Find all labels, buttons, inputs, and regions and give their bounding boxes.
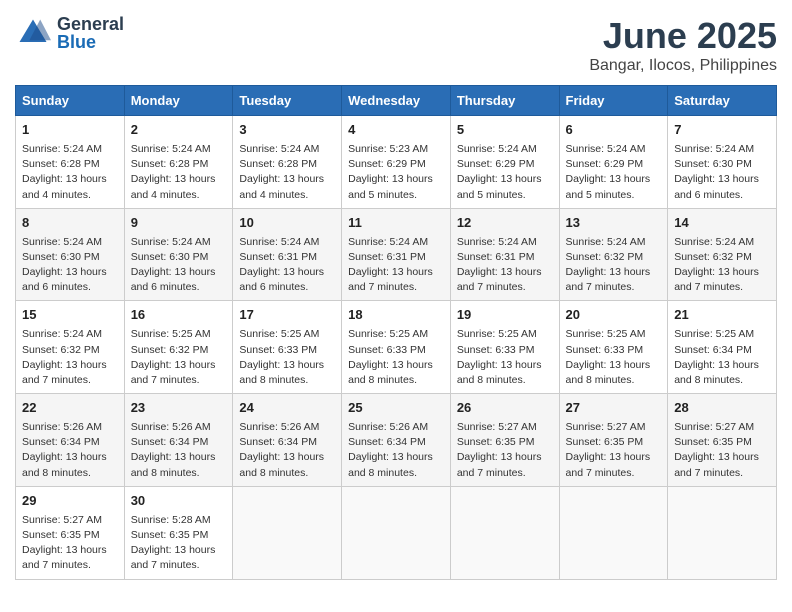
logo-text: General Blue — [57, 15, 124, 51]
day-number: 3 — [239, 121, 335, 140]
day-number: 1 — [22, 121, 118, 140]
calendar-week-5: 29Sunrise: 5:27 AMSunset: 6:35 PMDayligh… — [16, 486, 777, 579]
day-number: 5 — [457, 121, 553, 140]
calendar-table: Sunday Monday Tuesday Wednesday Thursday… — [15, 85, 777, 580]
day-number: 27 — [566, 399, 662, 418]
calendar-day-24: 24Sunrise: 5:26 AMSunset: 6:34 PMDayligh… — [233, 394, 342, 487]
calendar-week-1: 1Sunrise: 5:24 AMSunset: 6:28 PMDaylight… — [16, 116, 777, 209]
calendar-day-19: 19Sunrise: 5:25 AMSunset: 6:33 PMDayligh… — [450, 301, 559, 394]
logo-general-text: General — [57, 15, 124, 33]
day-number: 18 — [348, 306, 444, 325]
header: General Blue June 2025 Bangar, Ilocos, P… — [15, 15, 777, 75]
calendar-day-7: 7Sunrise: 5:24 AMSunset: 6:30 PMDaylight… — [668, 116, 777, 209]
calendar-day-26: 26Sunrise: 5:27 AMSunset: 6:35 PMDayligh… — [450, 394, 559, 487]
calendar-day-25: 25Sunrise: 5:26 AMSunset: 6:34 PMDayligh… — [342, 394, 451, 487]
col-saturday: Saturday — [668, 86, 777, 116]
calendar-day-17: 17Sunrise: 5:25 AMSunset: 6:33 PMDayligh… — [233, 301, 342, 394]
day-number: 13 — [566, 214, 662, 233]
day-number: 15 — [22, 306, 118, 325]
calendar-day-22: 22Sunrise: 5:26 AMSunset: 6:34 PMDayligh… — [16, 394, 125, 487]
empty-cell — [450, 486, 559, 579]
day-number: 12 — [457, 214, 553, 233]
col-thursday: Thursday — [450, 86, 559, 116]
day-number: 9 — [131, 214, 227, 233]
calendar-day-27: 27Sunrise: 5:27 AMSunset: 6:35 PMDayligh… — [559, 394, 668, 487]
header-row: Sunday Monday Tuesday Wednesday Thursday… — [16, 86, 777, 116]
location-title: Bangar, Ilocos, Philippines — [589, 57, 777, 75]
calendar-day-6: 6Sunrise: 5:24 AMSunset: 6:29 PMDaylight… — [559, 116, 668, 209]
calendar-day-20: 20Sunrise: 5:25 AMSunset: 6:33 PMDayligh… — [559, 301, 668, 394]
day-number: 19 — [457, 306, 553, 325]
day-number: 20 — [566, 306, 662, 325]
day-number: 23 — [131, 399, 227, 418]
day-number: 21 — [674, 306, 770, 325]
calendar-day-28: 28Sunrise: 5:27 AMSunset: 6:35 PMDayligh… — [668, 394, 777, 487]
day-number: 26 — [457, 399, 553, 418]
day-number: 7 — [674, 121, 770, 140]
day-number: 4 — [348, 121, 444, 140]
calendar-week-4: 22Sunrise: 5:26 AMSunset: 6:34 PMDayligh… — [16, 394, 777, 487]
day-number: 22 — [22, 399, 118, 418]
col-tuesday: Tuesday — [233, 86, 342, 116]
calendar-week-2: 8Sunrise: 5:24 AMSunset: 6:30 PMDaylight… — [16, 208, 777, 301]
day-number: 25 — [348, 399, 444, 418]
calendar-day-1: 1Sunrise: 5:24 AMSunset: 6:28 PMDaylight… — [16, 116, 125, 209]
empty-cell — [668, 486, 777, 579]
calendar-day-15: 15Sunrise: 5:24 AMSunset: 6:32 PMDayligh… — [16, 301, 125, 394]
calendar-day-29: 29Sunrise: 5:27 AMSunset: 6:35 PMDayligh… — [16, 486, 125, 579]
calendar-day-2: 2Sunrise: 5:24 AMSunset: 6:28 PMDaylight… — [124, 116, 233, 209]
calendar-day-12: 12Sunrise: 5:24 AMSunset: 6:31 PMDayligh… — [450, 208, 559, 301]
month-title: June 2025 — [589, 15, 777, 57]
empty-cell — [559, 486, 668, 579]
calendar-day-8: 8Sunrise: 5:24 AMSunset: 6:30 PMDaylight… — [16, 208, 125, 301]
day-number: 17 — [239, 306, 335, 325]
calendar-day-23: 23Sunrise: 5:26 AMSunset: 6:34 PMDayligh… — [124, 394, 233, 487]
empty-cell — [233, 486, 342, 579]
col-friday: Friday — [559, 86, 668, 116]
day-number: 29 — [22, 492, 118, 511]
title-area: June 2025 Bangar, Ilocos, Philippines — [589, 15, 777, 75]
logo-blue-text: Blue — [57, 33, 124, 51]
logo-icon — [15, 15, 51, 51]
day-number: 30 — [131, 492, 227, 511]
calendar-day-14: 14Sunrise: 5:24 AMSunset: 6:32 PMDayligh… — [668, 208, 777, 301]
calendar-day-21: 21Sunrise: 5:25 AMSunset: 6:34 PMDayligh… — [668, 301, 777, 394]
calendar-day-9: 9Sunrise: 5:24 AMSunset: 6:30 PMDaylight… — [124, 208, 233, 301]
calendar-day-11: 11Sunrise: 5:24 AMSunset: 6:31 PMDayligh… — [342, 208, 451, 301]
col-sunday: Sunday — [16, 86, 125, 116]
day-number: 11 — [348, 214, 444, 233]
day-number: 14 — [674, 214, 770, 233]
calendar-day-13: 13Sunrise: 5:24 AMSunset: 6:32 PMDayligh… — [559, 208, 668, 301]
col-monday: Monday — [124, 86, 233, 116]
day-number: 16 — [131, 306, 227, 325]
calendar-day-30: 30Sunrise: 5:28 AMSunset: 6:35 PMDayligh… — [124, 486, 233, 579]
calendar-week-3: 15Sunrise: 5:24 AMSunset: 6:32 PMDayligh… — [16, 301, 777, 394]
calendar-day-4: 4Sunrise: 5:23 AMSunset: 6:29 PMDaylight… — [342, 116, 451, 209]
day-number: 24 — [239, 399, 335, 418]
day-number: 28 — [674, 399, 770, 418]
calendar-day-18: 18Sunrise: 5:25 AMSunset: 6:33 PMDayligh… — [342, 301, 451, 394]
calendar-day-16: 16Sunrise: 5:25 AMSunset: 6:32 PMDayligh… — [124, 301, 233, 394]
calendar-day-3: 3Sunrise: 5:24 AMSunset: 6:28 PMDaylight… — [233, 116, 342, 209]
day-number: 2 — [131, 121, 227, 140]
day-number: 10 — [239, 214, 335, 233]
col-wednesday: Wednesday — [342, 86, 451, 116]
day-number: 6 — [566, 121, 662, 140]
calendar-day-5: 5Sunrise: 5:24 AMSunset: 6:29 PMDaylight… — [450, 116, 559, 209]
logo: General Blue — [15, 15, 124, 51]
empty-cell — [342, 486, 451, 579]
day-number: 8 — [22, 214, 118, 233]
calendar-day-10: 10Sunrise: 5:24 AMSunset: 6:31 PMDayligh… — [233, 208, 342, 301]
